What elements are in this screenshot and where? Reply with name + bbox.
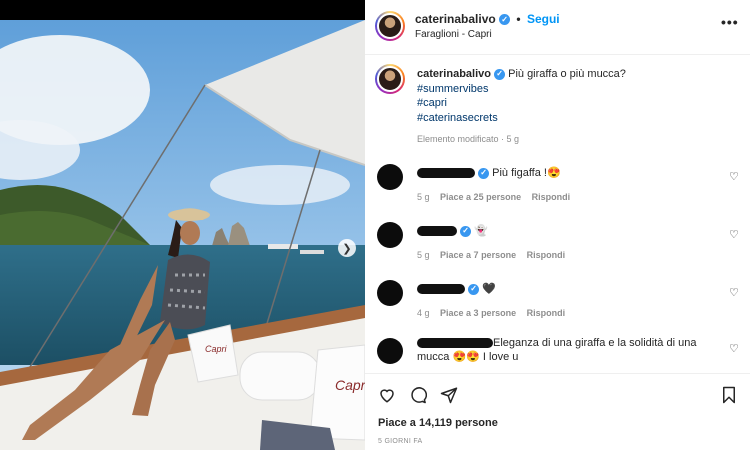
caption-username[interactable]: caterinabalivo bbox=[417, 68, 491, 80]
comment-text: 👻 bbox=[474, 225, 488, 237]
redacted-username[interactable] bbox=[417, 338, 493, 349]
comment-bubble-icon[interactable] bbox=[409, 386, 427, 404]
location-link[interactable]: Faraglioni - Capri bbox=[415, 29, 492, 40]
pillow-logo-text: Capri bbox=[205, 344, 228, 354]
avatar[interactable] bbox=[375, 11, 405, 41]
comment-avatar[interactable] bbox=[377, 338, 403, 364]
reply-button[interactable]: Rispondi bbox=[532, 192, 571, 202]
hashtag-link[interactable]: #summervibes bbox=[417, 82, 737, 97]
comment: ✓ 👻 5 g Piace a 7 persone Rispondi ♡ bbox=[365, 218, 750, 270]
caption-text: Più giraffa o più mucca? bbox=[508, 68, 626, 80]
like-comment-heart-icon[interactable]: ♡ bbox=[729, 342, 739, 355]
comment-time: 5 g bbox=[417, 250, 430, 260]
pillow-logo-text-2: Capri bbox=[335, 377, 365, 393]
like-comment-heart-icon[interactable]: ♡ bbox=[729, 286, 739, 299]
comment: ✓ Più figaffa !😍 5 g Piace a 25 persone … bbox=[365, 160, 750, 212]
caption-avatar[interactable] bbox=[375, 64, 405, 94]
hashtag-link[interactable]: #caterinasecrets bbox=[417, 111, 737, 126]
verified-badge-icon: ✓ bbox=[478, 167, 490, 179]
next-image-button[interactable]: ❯ bbox=[338, 239, 356, 257]
redacted-username[interactable] bbox=[417, 168, 475, 179]
comment-likes[interactable]: Piace a 25 persone bbox=[440, 192, 521, 202]
redacted-username[interactable] bbox=[417, 226, 457, 237]
verified-badge-icon: ✓ bbox=[468, 283, 480, 295]
likes-count[interactable]: Piace a 14,119 persone bbox=[378, 417, 498, 429]
username-link[interactable]: caterinabalivo bbox=[415, 12, 496, 26]
reply-button[interactable]: Rispondi bbox=[527, 308, 566, 318]
comment-time: 5 g bbox=[417, 192, 430, 202]
post-header: caterinabalivo ✓ • Segui Faraglioni - Ca… bbox=[365, 0, 750, 55]
like-heart-icon[interactable] bbox=[378, 386, 396, 404]
reply-button[interactable]: Rispondi bbox=[527, 250, 566, 260]
comment-avatar[interactable] bbox=[377, 164, 403, 190]
comment-avatar[interactable] bbox=[377, 222, 403, 248]
verified-badge-icon: ✓ bbox=[494, 68, 506, 80]
hashtag-link[interactable]: #capri bbox=[417, 96, 737, 111]
comment-time: 4 g bbox=[417, 308, 430, 318]
verified-badge-icon: ✓ bbox=[499, 14, 511, 26]
comment: ✓ 🖤 4 g Piace a 3 persone Rispondi ♡ bbox=[365, 276, 750, 328]
post-timestamp[interactable]: 5 GIORNI FA bbox=[378, 438, 423, 445]
photo-illustration: Capri Capri bbox=[0, 0, 365, 450]
redacted-username[interactable] bbox=[417, 284, 465, 295]
post-actions: Piace a 14,119 persone 5 GIORNI FA bbox=[365, 373, 750, 450]
comment-likes[interactable]: Piace a 7 persone bbox=[440, 250, 516, 260]
caption-meta: Elemento modificato · 5 g bbox=[417, 134, 520, 144]
like-comment-heart-icon[interactable]: ♡ bbox=[729, 228, 739, 241]
post-photo[interactable]: Capri Capri ❯ bbox=[0, 0, 365, 450]
comment-text: Più figaffa !😍 bbox=[492, 167, 561, 179]
post-sidebar: caterinabalivo ✓ • Segui Faraglioni - Ca… bbox=[365, 0, 750, 450]
more-options-icon[interactable]: ••• bbox=[721, 14, 739, 30]
comment-likes[interactable]: Piace a 3 persone bbox=[440, 308, 516, 318]
like-comment-heart-icon[interactable]: ♡ bbox=[729, 170, 739, 183]
share-send-icon[interactable] bbox=[440, 386, 458, 404]
verified-badge-icon: ✓ bbox=[460, 225, 472, 237]
separator-dot: • bbox=[516, 12, 521, 26]
save-bookmark-icon[interactable] bbox=[721, 386, 737, 404]
follow-button[interactable]: Segui bbox=[527, 12, 560, 26]
comment-avatar[interactable] bbox=[377, 280, 403, 306]
chevron-right-icon: ❯ bbox=[342, 242, 352, 255]
comment-text: 🖤 bbox=[482, 283, 496, 295]
